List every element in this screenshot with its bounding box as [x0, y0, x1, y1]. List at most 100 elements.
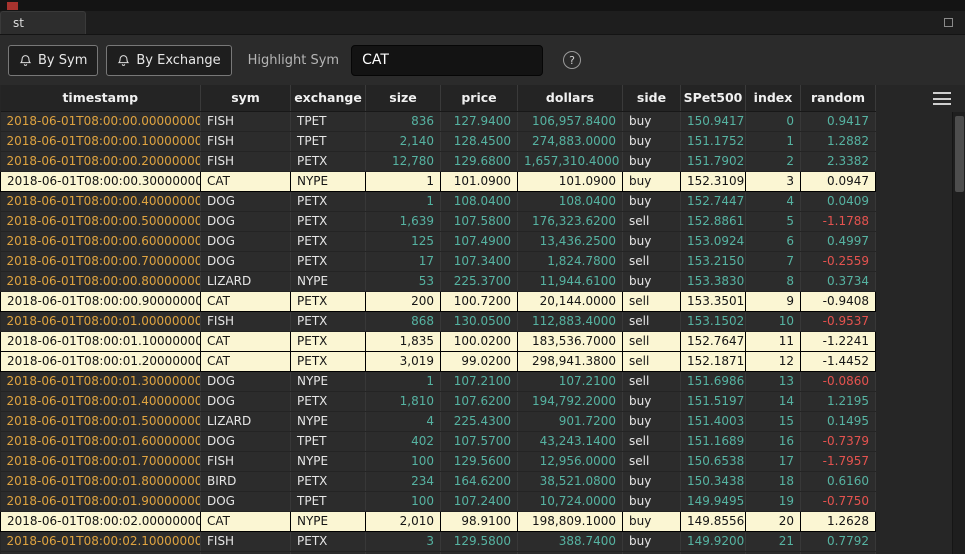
column-header-sym[interactable]: sym [201, 85, 291, 111]
cell-size: 125 [366, 231, 441, 251]
cell-timestamp: 2018-06-01T08:00:01.100000000 [1, 331, 201, 351]
column-header-SPet500[interactable]: SPet500 [681, 85, 746, 111]
table-row[interactable]: 2018-06-01T08:00:00.600000000DOGPETX1251… [1, 231, 876, 251]
cell-random: 0.3734 [801, 271, 876, 291]
cell-exchange: PETX [291, 191, 366, 211]
cell-index: 5 [746, 211, 801, 231]
table-row[interactable]: 2018-06-01T08:00:01.100000000CATPETX1,83… [1, 331, 876, 351]
tab-st[interactable]: st [0, 11, 86, 34]
table-row[interactable]: 2018-06-01T08:00:01.900000000DOGTPET1001… [1, 491, 876, 511]
column-header-price[interactable]: price [441, 85, 518, 111]
by-exchange-button[interactable]: By Exchange [106, 45, 231, 76]
cell-exchange: PETX [291, 231, 366, 251]
highlight-sym-input[interactable] [351, 45, 543, 76]
cell-side: buy [623, 471, 681, 491]
table-row[interactable]: 2018-06-01T08:00:00.800000000LIZARDNYPE5… [1, 271, 876, 291]
cell-exchange: PETX [291, 211, 366, 231]
cell-random: -0.7379 [801, 431, 876, 451]
cell-exchange: TPET [291, 131, 366, 151]
cell-dollars: 11,944.6100 [518, 271, 623, 291]
cell-price: 107.6200 [441, 391, 518, 411]
cell-size: 1 [366, 371, 441, 391]
cell-index: 18 [746, 471, 801, 491]
cell-dollars: 10,724.0000 [518, 491, 623, 511]
table-row[interactable]: 2018-06-01T08:00:01.700000000FISHNYPE100… [1, 451, 876, 471]
cell-size: 402 [366, 431, 441, 451]
table-row[interactable]: 2018-06-01T08:00:00.300000000CATNYPE1101… [1, 171, 876, 191]
column-header-timestamp[interactable]: timestamp [1, 85, 201, 111]
table-row[interactable]: 2018-06-01T08:00:01.800000000BIRDPETX234… [1, 471, 876, 491]
table-row[interactable]: 2018-06-01T08:00:00.700000000DOGPETX1710… [1, 251, 876, 271]
table-row[interactable]: 2018-06-01T08:00:01.600000000DOGTPET4021… [1, 431, 876, 451]
table-row[interactable]: 2018-06-01T08:00:00.400000000DOGPETX1108… [1, 191, 876, 211]
cell-random: -0.2559 [801, 251, 876, 271]
column-header-side[interactable]: side [623, 85, 681, 111]
column-header-random[interactable]: random [801, 85, 876, 111]
column-header-size[interactable]: size [366, 85, 441, 111]
cell-index: 17 [746, 451, 801, 471]
table-row[interactable]: 2018-06-01T08:00:00.500000000DOGPETX1,63… [1, 211, 876, 231]
table-row[interactable]: 2018-06-01T08:00:02.100000000FISHPETX312… [1, 531, 876, 551]
scrollbar-thumb[interactable] [955, 116, 964, 192]
cell-dollars: 183,536.7000 [518, 331, 623, 351]
cell-price: 128.4500 [441, 131, 518, 151]
table-row[interactable]: 2018-06-01T08:00:01.400000000DOGPETX1,81… [1, 391, 876, 411]
cell-dollars: 298,941.3800 [518, 351, 623, 371]
table-row[interactable]: 2018-06-01T08:00:00.000000000FISHTPET836… [1, 111, 876, 131]
cell-timestamp: 2018-06-01T08:00:01.000000000 [1, 311, 201, 331]
help-icon[interactable]: ? [563, 51, 581, 69]
table-area: timestampsymexchangesizepricedollarsside… [0, 85, 965, 554]
vertical-scrollbar[interactable] [952, 112, 965, 554]
table-row[interactable]: 2018-06-01T08:00:01.300000000DOGNYPE1107… [1, 371, 876, 391]
cell-SPet500: 152.3109 [681, 171, 746, 191]
cell-SPet500: 150.6538 [681, 451, 746, 471]
cell-index: 19 [746, 491, 801, 511]
table-row[interactable]: 2018-06-01T08:00:01.000000000FISHPETX868… [1, 311, 876, 331]
cell-price: 98.9100 [441, 511, 518, 531]
cell-exchange: NYPE [291, 371, 366, 391]
table-row[interactable]: 2018-06-01T08:00:01.200000000CATPETX3,01… [1, 351, 876, 371]
cell-SPet500: 152.7447 [681, 191, 746, 211]
by-sym-button[interactable]: By Sym [8, 45, 98, 76]
cell-index: 8 [746, 271, 801, 291]
table-row[interactable]: 2018-06-01T08:00:02.000000000CATNYPE2,01… [1, 511, 876, 531]
column-header-exchange[interactable]: exchange [291, 85, 366, 111]
cell-sym: FISH [201, 311, 291, 331]
bell-icon [117, 54, 130, 67]
cell-sym: BIRD [201, 471, 291, 491]
table-row[interactable]: 2018-06-01T08:00:00.200000000FISHPETX12,… [1, 151, 876, 171]
cell-size: 3,019 [366, 351, 441, 371]
cell-size: 17 [366, 251, 441, 271]
cell-exchange: NYPE [291, 271, 366, 291]
cell-sym: CAT [201, 351, 291, 371]
table-row[interactable]: 2018-06-01T08:00:00.900000000CATPETX2001… [1, 291, 876, 311]
cell-index: 9 [746, 291, 801, 311]
cell-price: 107.2100 [441, 371, 518, 391]
toolbar: By Sym By Exchange Highlight Sym ? [0, 35, 965, 85]
table-row[interactable]: 2018-06-01T08:00:01.500000000LIZARDNYPE4… [1, 411, 876, 431]
by-exchange-label: By Exchange [136, 53, 220, 68]
cell-SPet500: 150.3438 [681, 471, 746, 491]
cell-timestamp: 2018-06-01T08:00:01.500000000 [1, 411, 201, 431]
cell-side: buy [623, 131, 681, 151]
cell-random: -0.0860 [801, 371, 876, 391]
cell-price: 225.4300 [441, 411, 518, 431]
column-header-index[interactable]: index [746, 85, 801, 111]
column-header-dollars[interactable]: dollars [518, 85, 623, 111]
cell-sym: DOG [201, 491, 291, 511]
table-row[interactable]: 2018-06-01T08:00:00.100000000FISHTPET2,1… [1, 131, 876, 151]
cell-exchange: TPET [291, 431, 366, 451]
cell-price: 225.3700 [441, 271, 518, 291]
cell-size: 1,810 [366, 391, 441, 411]
cell-price: 164.6200 [441, 471, 518, 491]
cell-random: 0.0409 [801, 191, 876, 211]
cell-side: buy [623, 271, 681, 291]
cell-size: 4 [366, 411, 441, 431]
cell-SPet500: 151.1689 [681, 431, 746, 451]
cell-sym: LIZARD [201, 411, 291, 431]
cell-random: 1.2882 [801, 131, 876, 151]
cell-timestamp: 2018-06-01T08:00:02.100000000 [1, 531, 201, 551]
menu-icon[interactable] [933, 92, 951, 105]
maximize-icon[interactable] [944, 18, 953, 27]
cell-price: 129.6800 [441, 151, 518, 171]
